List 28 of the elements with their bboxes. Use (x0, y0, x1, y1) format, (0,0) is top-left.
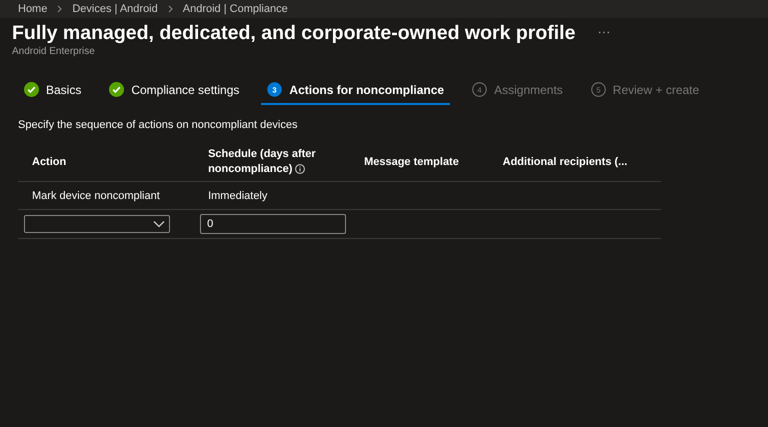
chevron-right-icon (57, 5, 62, 13)
breadcrumb-link[interactable]: Devices | Android (72, 3, 158, 15)
chevron-down-icon (153, 220, 165, 228)
more-options-button[interactable]: ··· (597, 18, 610, 39)
description-text: Specify the sequence of actions on noncompliant devices (17, 118, 298, 131)
step-number-icon: 3 (267, 82, 282, 97)
chevron-right-icon (168, 5, 173, 13)
checkmark-circle-icon (24, 82, 39, 97)
column-header: Message template (350, 143, 489, 182)
breadcrumb-link[interactable]: Android | Compliance (182, 3, 288, 15)
column-header: Action (18, 143, 194, 182)
table-cell: Mark device noncompliant (18, 182, 194, 210)
column-header: Schedule (days after noncompliance) (194, 143, 350, 182)
breadcrumb-link[interactable]: Home (18, 3, 48, 15)
step-number-icon: 4 (472, 82, 488, 97)
checkmark-circle-icon (109, 82, 124, 97)
step-number-icon: 5 (590, 82, 606, 97)
column-header: Additional recipients (... (488, 143, 661, 182)
wizard-step-tab[interactable]: Compliance settings (103, 81, 246, 105)
wizard-step-tab[interactable]: 3 Actions for noncompliance (261, 81, 450, 105)
page-subtitle: Android Enterprise (11, 46, 96, 57)
wizard-step-tab[interactable]: 5 Review + create (584, 81, 706, 105)
table-cell: Immediately (194, 182, 350, 210)
page-title: Fully managed, dedicated, and corporate-owned work profile (12, 21, 576, 46)
action-dropdown[interactable] (24, 215, 170, 233)
wizard-step-tab[interactable]: 4 Assignments (466, 81, 569, 105)
schedule-input[interactable]: 0 (200, 214, 346, 234)
wizard-step-tab[interactable]: Basics (18, 81, 88, 105)
